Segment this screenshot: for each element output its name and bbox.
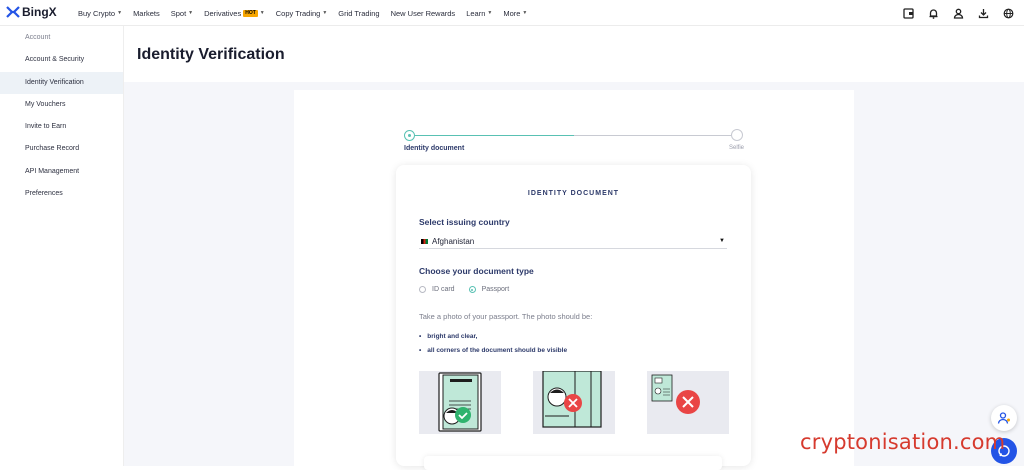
bell-icon[interactable] xyxy=(925,5,941,21)
radio-label: ID card xyxy=(432,286,455,293)
nav-label: More xyxy=(503,8,521,18)
bingx-logo-icon xyxy=(6,6,20,18)
afghanistan-flag-icon xyxy=(421,239,428,244)
top-navigation-bar: BingX Buy Crypto ▼ Markets Spot ▼ Derivati… xyxy=(0,0,1024,26)
passport-cropped-icon xyxy=(533,371,615,434)
radio-passport[interactable]: Passport xyxy=(468,286,510,293)
chevron-down-icon: ▼ xyxy=(322,10,328,16)
watermark-text: cryptonisation.com xyxy=(800,430,1006,454)
nav-label: Copy Trading xyxy=(275,8,321,18)
stepper-progress xyxy=(411,135,574,136)
title-band: Identity Verification xyxy=(124,26,1024,82)
sidebar-item-account[interactable]: Account xyxy=(0,27,123,49)
radio-label: Passport xyxy=(481,286,510,293)
nav-learn[interactable]: Learn ▼ xyxy=(466,9,492,18)
passport-too-small-icon xyxy=(647,371,729,434)
support-person-icon[interactable] xyxy=(991,405,1017,431)
nav-label: Derivatives xyxy=(204,8,242,18)
chevron-down-icon: ▼ xyxy=(487,10,493,16)
chevron-down-icon: ▼ xyxy=(522,10,528,16)
step-2-label: Selfie xyxy=(728,145,744,151)
progress-stepper: Identity document Selfie xyxy=(404,129,744,160)
page-title: Identity Verification xyxy=(137,46,285,63)
nav-label: Markets xyxy=(133,8,160,18)
nav-label: Spot xyxy=(170,8,187,18)
nav-markets[interactable]: Markets xyxy=(133,9,160,18)
wallet-icon[interactable] xyxy=(900,5,916,21)
sidebar-item-api-management[interactable]: API Management xyxy=(0,161,123,183)
passport-correct-icon xyxy=(419,371,501,434)
photo-instruction: Take a photo of your passport. The photo… xyxy=(419,312,593,321)
nav-label: New User Rewards xyxy=(390,8,456,18)
step-2-dot xyxy=(731,129,743,141)
nav-label: Grid Trading xyxy=(338,8,380,18)
identity-document-card: IDENTITY DOCUMENT Select issuing country… xyxy=(396,165,751,470)
sidebar-item-identity-verification[interactable]: Identity Verification xyxy=(0,71,123,94)
radio-circle xyxy=(419,286,426,293)
brand-name: BingX xyxy=(22,5,57,19)
card-title: IDENTITY DOCUMENT xyxy=(527,190,620,197)
sidebar-item-purchase-record[interactable]: Purchase Record xyxy=(0,138,123,160)
nav-label: Buy Crypto xyxy=(78,8,116,18)
nav-new-user-rewards[interactable]: New User Rewards xyxy=(391,9,456,18)
country-select[interactable]: Afghanistan ▼ xyxy=(419,235,727,249)
requirement-bullet: bright and clear, xyxy=(419,333,477,340)
nav-label: Learn xyxy=(466,8,486,18)
radio-id-card[interactable]: ID card xyxy=(419,286,455,293)
step-1-dot xyxy=(404,130,415,141)
nav-copy-trading[interactable]: Copy Trading ▼ xyxy=(276,9,328,18)
sidebar-item-preferences[interactable]: Preferences xyxy=(0,183,123,205)
country-label: Select issuing country xyxy=(419,217,510,227)
sidebar-item-my-vouchers[interactable]: My Vouchers xyxy=(0,94,123,116)
download-icon[interactable] xyxy=(975,5,991,21)
chevron-down-icon: ▼ xyxy=(188,10,194,16)
radio-circle-selected xyxy=(468,286,476,293)
account-sidebar: Account Account & Security Identity Veri… xyxy=(0,26,124,466)
sidebar-item-account-security[interactable]: Account & Security xyxy=(0,49,123,71)
nav-derivatives[interactable]: Derivatives HOT ▼ xyxy=(204,9,265,18)
main-content: Identity Verification Identity document … xyxy=(124,26,1024,470)
hot-badge: HOT xyxy=(243,9,258,17)
nav-grid-trading[interactable]: Grid Trading xyxy=(338,9,379,18)
doc-type-radio-group: ID card Passport xyxy=(419,286,509,293)
nav-spot[interactable]: Spot ▼ xyxy=(171,9,193,18)
country-value: Afghanistan xyxy=(432,237,475,246)
caret-down-icon: ▼ xyxy=(719,238,725,244)
bingx-logo[interactable]: BingX xyxy=(6,5,57,19)
top-icons xyxy=(900,5,1016,21)
requirement-bullet: all corners of the document should be vi… xyxy=(419,347,567,354)
nav-buy-crypto[interactable]: Buy Crypto ▼ xyxy=(78,9,122,18)
doc-type-label: Choose your document type xyxy=(419,266,534,276)
step-1-label: Identity document xyxy=(404,145,465,152)
verification-panel: Identity document Selfie IDENTITY DOCUME… xyxy=(294,90,854,470)
main-nav: Buy Crypto ▼ Markets Spot ▼ Derivatives HOT… xyxy=(78,0,538,26)
user-icon[interactable] xyxy=(950,5,966,21)
chevron-down-icon: ▼ xyxy=(117,10,123,16)
sidebar-item-invite-to-earn[interactable]: Invite to Earn xyxy=(0,116,123,138)
next-section-card xyxy=(424,456,722,470)
nav-more[interactable]: More ▼ xyxy=(503,9,527,18)
globe-icon[interactable] xyxy=(1000,5,1016,21)
chevron-down-icon: ▼ xyxy=(259,10,265,16)
